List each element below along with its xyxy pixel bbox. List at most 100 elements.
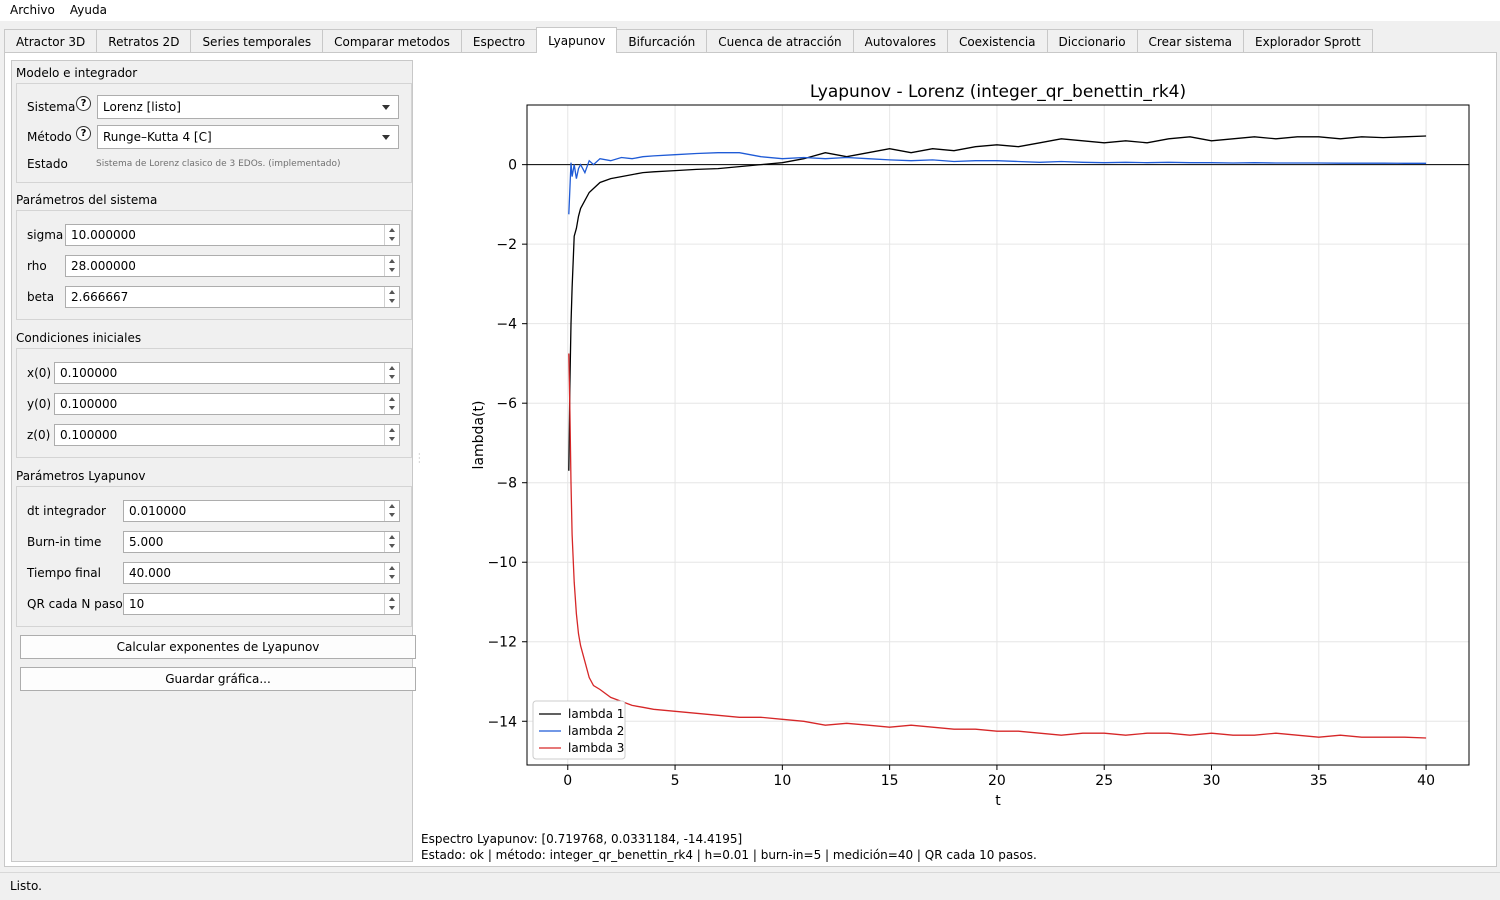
y0-spinbox[interactable] bbox=[54, 393, 400, 415]
final-time-up-icon[interactable] bbox=[385, 563, 399, 573]
sigma-up-icon[interactable] bbox=[385, 225, 399, 235]
qr-steps-spinbox[interactable] bbox=[123, 593, 400, 615]
x0-spinbox[interactable] bbox=[54, 362, 400, 384]
rho-input[interactable] bbox=[66, 256, 383, 276]
sigma-input[interactable] bbox=[66, 225, 383, 245]
y0-down-icon[interactable] bbox=[385, 404, 399, 414]
run-state-text: Estado: ok | método: integer_qr_benettin… bbox=[421, 848, 1037, 862]
rho-up-icon[interactable] bbox=[385, 256, 399, 266]
rho-down-icon[interactable] bbox=[385, 266, 399, 276]
final-time-spinbox[interactable] bbox=[123, 562, 400, 584]
sigma-spinbox[interactable] bbox=[65, 224, 400, 246]
lyapunov-plot: 0 5 10 15 20 25 30 35 40 0 −2 −4 −6 −8 −10 −12 −14 Lyapun… bbox=[421, 61, 1494, 825]
model-group: Sistema ? Lorenz [listo] Método ? Runge–… bbox=[16, 83, 412, 183]
menu-archivo[interactable]: Archivo bbox=[5, 0, 60, 21]
spectrum-text: Espectro Lyapunov: [0.719768, 0.0331184,… bbox=[421, 832, 743, 846]
dt-input[interactable] bbox=[124, 501, 383, 521]
chart-title: Lyapunov - Lorenz (integer_qr_benettin_r… bbox=[810, 82, 1186, 102]
compute-lyapunov-button[interactable]: Calcular exponentes de Lyapunov bbox=[20, 635, 416, 659]
status-text: Listo. bbox=[10, 879, 42, 893]
legend: lambda 1 lambda 2 lambda 3 bbox=[532, 700, 626, 760]
tab-comparar-metodos[interactable]: Comparar metodos bbox=[322, 29, 462, 53]
tab-bar: Atractor 3D Retratos 2D Series temporale… bbox=[4, 27, 1373, 53]
x-tick-label: 25 bbox=[1095, 773, 1113, 789]
legend-entry: lambda 1 bbox=[568, 707, 624, 721]
tab-espectro[interactable]: Espectro bbox=[460, 29, 538, 53]
dt-down-icon[interactable] bbox=[385, 511, 399, 521]
beta-input[interactable] bbox=[66, 287, 383, 307]
x0-label: x(0) bbox=[27, 366, 52, 380]
qr-steps-down-icon[interactable] bbox=[385, 604, 399, 614]
final-time-down-icon[interactable] bbox=[385, 573, 399, 583]
tab-retratos-2d[interactable]: Retratos 2D bbox=[96, 29, 192, 53]
method-select-value: Runge–Kutta 4 [C] bbox=[103, 130, 212, 144]
system-select[interactable]: Lorenz [listo] bbox=[97, 95, 399, 119]
x-tick-label: 30 bbox=[1203, 773, 1221, 789]
y-tick-label: 0 bbox=[508, 158, 517, 174]
dt-spinbox[interactable] bbox=[123, 500, 400, 522]
tab-crear-sistema[interactable]: Crear sistema bbox=[1136, 29, 1245, 53]
final-time-input[interactable] bbox=[124, 563, 383, 583]
initial-group: x(0) y(0) z(0) bbox=[16, 348, 412, 458]
dt-up-icon[interactable] bbox=[385, 501, 399, 511]
x-tick-label: 40 bbox=[1417, 773, 1435, 789]
lyap-group-title: Parámetros Lyapunov bbox=[16, 469, 146, 483]
system-help-icon[interactable]: ? bbox=[76, 96, 91, 111]
burnin-spinbox[interactable] bbox=[123, 531, 400, 553]
lyap-group: dt integrador Burn-in time Tiempo final … bbox=[16, 486, 412, 627]
dt-label: dt integrador bbox=[27, 504, 106, 518]
z0-input[interactable] bbox=[55, 425, 383, 445]
tab-cuenca-de-atraccion[interactable]: Cuenca de atracción bbox=[706, 29, 854, 53]
y0-input[interactable] bbox=[55, 394, 383, 414]
qr-steps-up-icon[interactable] bbox=[385, 594, 399, 604]
tab-atractor-3d[interactable]: Atractor 3D bbox=[4, 29, 98, 53]
plot-canvas: 0 5 10 15 20 25 30 35 40 0 −2 −4 −6 −8 −10 −12 −14 Lyapun… bbox=[471, 82, 1470, 809]
beta-label: beta bbox=[27, 290, 55, 304]
z0-up-icon[interactable] bbox=[385, 425, 399, 435]
final-time-label: Tiempo final bbox=[27, 566, 101, 580]
x-axis-label: t bbox=[995, 793, 1001, 809]
tab-lyapunov[interactable]: Lyapunov bbox=[536, 27, 618, 53]
method-help-icon[interactable]: ? bbox=[76, 126, 91, 141]
menubar: Archivo Ayuda bbox=[0, 0, 1500, 21]
x-tick-label: 10 bbox=[773, 773, 791, 789]
y-tick-label: −14 bbox=[487, 714, 517, 730]
tab-diccionario[interactable]: Diccionario bbox=[1046, 29, 1138, 53]
qr-steps-input[interactable] bbox=[124, 594, 383, 614]
x-tick-label: 35 bbox=[1310, 773, 1328, 789]
result-text: Espectro Lyapunov: [0.719768, 0.0331184,… bbox=[421, 831, 1037, 863]
tab-autovalores[interactable]: Autovalores bbox=[852, 29, 948, 53]
x-tick-label: 15 bbox=[881, 773, 899, 789]
beta-down-icon[interactable] bbox=[385, 297, 399, 307]
burnin-down-icon[interactable] bbox=[385, 542, 399, 552]
x0-input[interactable] bbox=[55, 363, 383, 383]
x0-down-icon[interactable] bbox=[385, 373, 399, 383]
rho-label: rho bbox=[27, 259, 47, 273]
tab-series-temporales[interactable]: Series temporales bbox=[190, 29, 324, 53]
y0-up-icon[interactable] bbox=[385, 394, 399, 404]
method-select[interactable]: Runge–Kutta 4 [C] bbox=[97, 125, 399, 149]
burnin-label: Burn-in time bbox=[27, 535, 102, 549]
status-bar: Listo. bbox=[0, 872, 1500, 900]
save-plot-button[interactable]: Guardar gráfica... bbox=[20, 667, 416, 691]
x0-up-icon[interactable] bbox=[385, 363, 399, 373]
y-tick-label: −12 bbox=[487, 635, 517, 651]
z0-down-icon[interactable] bbox=[385, 435, 399, 445]
params-group-title: Parámetros del sistema bbox=[16, 193, 158, 207]
z0-spinbox[interactable] bbox=[54, 424, 400, 446]
tab-explorador-sprott[interactable]: Explorador Sprott bbox=[1243, 29, 1373, 53]
menu-ayuda[interactable]: Ayuda bbox=[65, 0, 112, 21]
plot-background bbox=[527, 105, 1469, 765]
legend-entry: lambda 3 bbox=[568, 741, 624, 755]
tab-bifurcacion[interactable]: Bifurcación bbox=[616, 29, 708, 53]
sigma-down-icon[interactable] bbox=[385, 235, 399, 245]
tab-coexistencia[interactable]: Coexistencia bbox=[946, 29, 1048, 53]
y0-label: y(0) bbox=[27, 397, 52, 411]
settings-panel: Modelo e integrador Sistema ? Lorenz [li… bbox=[11, 60, 416, 862]
beta-up-icon[interactable] bbox=[385, 287, 399, 297]
system-select-value: Lorenz [listo] bbox=[103, 100, 181, 114]
beta-spinbox[interactable] bbox=[65, 286, 400, 308]
burnin-input[interactable] bbox=[124, 532, 383, 552]
rho-spinbox[interactable] bbox=[65, 255, 400, 277]
burnin-up-icon[interactable] bbox=[385, 532, 399, 542]
